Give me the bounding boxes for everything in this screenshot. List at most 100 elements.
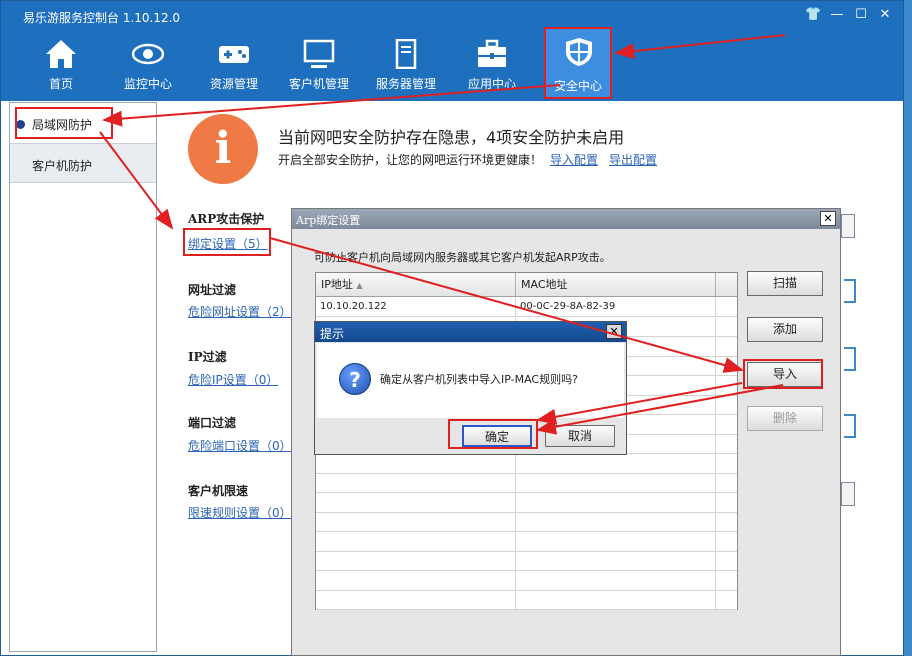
dialog-title-bar: Arp绑定设置 ✕: [292, 209, 840, 229]
toggle-button-partial[interactable]: [841, 482, 855, 506]
question-icon: ?: [339, 363, 371, 395]
table-row: [316, 474, 737, 494]
table-row[interactable]: 10.10.20.122 00-0C-29-8A-82-39: [316, 297, 737, 317]
toggle-button-partial[interactable]: [844, 414, 856, 438]
toggle-button-partial[interactable]: [841, 214, 855, 238]
cell-ip: [316, 493, 516, 514]
eye-icon: [132, 43, 164, 65]
table-row: [316, 571, 737, 592]
table-header: IP地址 ▲ MAC地址: [316, 273, 737, 297]
table-row: [316, 493, 737, 514]
warning-title: 当前网吧安全防护存在隐患，4项安全防护未启用: [278, 128, 625, 147]
minimize-button[interactable]: —: [829, 7, 845, 23]
dangerous-url-link[interactable]: 危险网址设置（2）: [188, 303, 292, 320]
home-icon: [46, 40, 76, 68]
section-title-speed-limit: 客户机限速: [188, 484, 249, 498]
toolbar-server-management[interactable]: 服务器管理: [366, 33, 446, 99]
server-icon: [395, 39, 417, 69]
close-button[interactable]: ✕: [877, 7, 893, 23]
dialog-title: Arp绑定设置: [296, 214, 361, 227]
toolbar-monitor-label: 监控中心: [123, 77, 172, 91]
cell-mac: [516, 532, 716, 553]
table-row: [316, 532, 737, 553]
toolbar-app-center[interactable]: 应用中心: [452, 33, 532, 99]
sidebar: 局域网防护 客户机防护: [9, 102, 157, 652]
cell-mac: [516, 454, 716, 475]
main-toolbar: 首页 监控中心 资源管理 客户机管理 服务器管理 应用中心 安全中心: [1, 27, 903, 101]
info-icon: i: [188, 114, 258, 184]
sidebar-item-client-protection[interactable]: 客户机防护: [10, 143, 156, 183]
table-row: [316, 591, 737, 611]
toolbar-app-label: 应用中心: [467, 77, 516, 91]
toolbar-security-center[interactable]: 安全中心: [544, 27, 612, 99]
highlight-box: [15, 107, 113, 139]
cancel-button[interactable]: 取消: [545, 425, 615, 447]
dialog-title: 提示: [320, 327, 345, 341]
section-title-arp: ARP攻击保护: [188, 212, 265, 226]
table-row: [316, 513, 737, 533]
section-title-ip-filter: IP过滤: [188, 350, 227, 364]
dangerous-ip-link[interactable]: 危险IP设置（0）: [188, 371, 278, 388]
dangerous-port-link[interactable]: 危险端口设置（0）: [188, 437, 292, 454]
cell-mac: [516, 591, 716, 611]
cell-ip: [316, 454, 516, 475]
add-button[interactable]: 添加: [747, 317, 823, 342]
highlight-box: [183, 228, 271, 256]
shield-icon: [566, 38, 592, 66]
section-title-port-filter: 端口过滤: [188, 416, 237, 430]
cell-ip: [316, 513, 516, 533]
cell-ip: [316, 474, 516, 494]
import-config-link[interactable]: 导入配置: [550, 151, 598, 168]
cell-ip: 10.10.20.122: [316, 297, 516, 317]
cell-mac: 00-0C-29-8A-82-39: [516, 297, 716, 317]
maximize-button[interactable]: ☐: [853, 7, 869, 23]
title-bar: 易乐游服务控制台 1.10.12.0 👕 — ☐ ✕: [1, 1, 903, 33]
warning-subtitle: 开启全部安全防护，让您的网吧运行环境更健康！: [278, 153, 543, 167]
column-header-mac[interactable]: MAC地址: [516, 273, 716, 297]
close-icon[interactable]: ✕: [820, 211, 836, 226]
toggle-button-partial[interactable]: [844, 279, 856, 303]
export-config-link[interactable]: 导出配置: [609, 151, 657, 168]
cell-mac: [516, 571, 716, 592]
cell-ip: [316, 571, 516, 592]
cell-ip: [316, 552, 516, 572]
table-row: [316, 454, 737, 475]
gamepad-icon: [219, 46, 249, 63]
dialog-body: ? 确定从客户机列表中导入IP-MAC规则吗?: [317, 343, 624, 418]
delete-button[interactable]: 删除: [747, 406, 823, 431]
cell-mac: [516, 552, 716, 572]
cell-mac: [516, 513, 716, 533]
highlight-box: [743, 359, 823, 389]
cell-ip: [316, 532, 516, 553]
scan-button[interactable]: 扫描: [747, 271, 823, 296]
table-row: [316, 552, 737, 572]
confirm-message: 确定从客户机列表中导入IP-MAC规则吗?: [380, 373, 578, 386]
window-controls: 👕 — ☐ ✕: [805, 7, 893, 23]
desktop-background: [904, 0, 912, 656]
speed-limit-link[interactable]: 限速规则设置（0）: [188, 504, 292, 521]
app-title: 易乐游服务控制台 1.10.12.0: [23, 11, 181, 25]
cell-ip: [316, 591, 516, 611]
close-icon[interactable]: ✕: [606, 324, 622, 339]
highlight-box: [448, 419, 538, 449]
toolbar-monitor-center[interactable]: 监控中心: [108, 33, 188, 99]
monitor-icon: [303, 39, 335, 68]
cell-mac: [516, 474, 716, 494]
skin-icon[interactable]: 👕: [805, 7, 821, 23]
toolbar-server-label: 服务器管理: [375, 77, 436, 91]
section-title-url-filter: 网址过滤: [188, 283, 237, 297]
toolbox-icon: [478, 39, 506, 67]
sidebar-item-label: 客户机防护: [32, 159, 93, 173]
toolbar-client-management[interactable]: 客户机管理: [279, 33, 359, 99]
sidebar-item-lan-protection[interactable]: 局域网防护: [10, 103, 156, 143]
toolbar-security-label: 安全中心: [553, 79, 602, 93]
toolbar-home[interactable]: 首页: [21, 33, 101, 99]
dialog-title-bar: 提示 ✕: [315, 322, 626, 342]
toolbar-resources-label: 资源管理: [209, 77, 258, 91]
toolbar-resources[interactable]: 资源管理: [194, 33, 274, 99]
toggle-button-partial[interactable]: [844, 347, 856, 371]
toolbar-client-label: 客户机管理: [288, 77, 349, 91]
cell-mac: [516, 493, 716, 514]
dialog-description: 可防止客户机向局域网内服务器或其它客户机发起ARP攻击。: [314, 251, 611, 264]
column-header-ip[interactable]: IP地址 ▲: [316, 273, 516, 297]
